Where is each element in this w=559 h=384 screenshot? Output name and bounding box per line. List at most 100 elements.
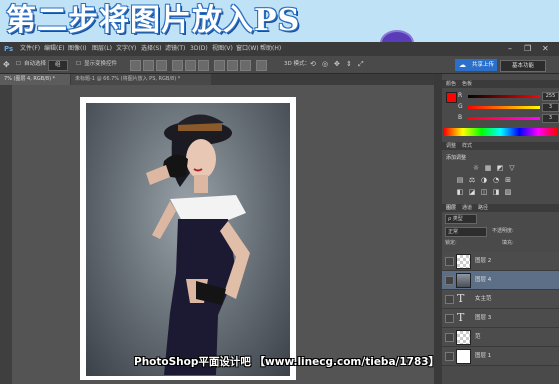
posterize-icon[interactable]: ◪	[468, 188, 476, 196]
eye-icon[interactable]	[445, 352, 454, 361]
align-hcenter-icon[interactable]	[185, 60, 196, 71]
workspace-dropdown[interactable]: 基本功能	[500, 60, 546, 72]
blue-value[interactable]: 3	[542, 114, 559, 123]
ps-app-icon[interactable]: Ps	[4, 42, 13, 56]
tools-panel	[0, 85, 12, 384]
3d-mode-label: 3D 模式：	[284, 61, 310, 67]
layer-row[interactable]: T 女主范	[442, 290, 559, 309]
adjustments-panel-header	[442, 142, 559, 150]
align-vcenter-icon[interactable]	[143, 60, 154, 71]
menu-help[interactable]: 帮助(H)	[260, 42, 281, 56]
layer-row[interactable]: 图层 2	[442, 252, 559, 271]
menu-image[interactable]: 图像(I)	[68, 42, 86, 56]
foreground-color-swatch[interactable]	[446, 92, 457, 103]
text-layer-icon: T	[457, 311, 465, 324]
close-button[interactable]: ✕	[542, 44, 549, 54]
green-value[interactable]: 3	[542, 103, 559, 112]
menu-view[interactable]: 视图(V)	[212, 42, 233, 56]
cloud-icon: ☁	[459, 61, 466, 69]
share-upload-button[interactable]: ☁ 共享上传	[455, 59, 497, 71]
black-white-icon[interactable]: ◑	[480, 176, 488, 184]
auto-select-dropdown[interactable]: 组	[48, 60, 68, 71]
banner-title: 第二步将图片放入PS	[6, 3, 301, 38]
3d-scale-icon[interactable]: ⤢	[358, 56, 364, 73]
menu-filter[interactable]: 滤镜(T)	[165, 42, 185, 56]
distribute-vcenter-icon[interactable]	[227, 60, 238, 71]
distribute-left-icon[interactable]	[256, 60, 267, 71]
layer-row[interactable]: 范	[442, 328, 559, 347]
menu-bar: Ps 文件(F) 编辑(E) 图像(I) 图层(L) 文字(Y) 选择(S) 滤…	[0, 42, 559, 56]
3d-pan-icon[interactable]: ✥	[334, 56, 340, 73]
distribute-bottom-icon[interactable]	[240, 60, 251, 71]
show-transform-checkbox[interactable]: ☐	[76, 56, 81, 73]
3d-slide-icon[interactable]: ⇕	[346, 56, 352, 73]
layer-row[interactable]: T 图层 3	[442, 309, 559, 328]
align-top-icon[interactable]	[130, 60, 141, 71]
move-tool-icon[interactable]: ✥	[3, 56, 10, 73]
model-photo[interactable]	[86, 103, 290, 376]
layer-name: 图层 2	[475, 258, 492, 264]
layer-name: 范	[475, 334, 481, 340]
menu-select[interactable]: 选择(S)	[141, 42, 162, 56]
layers-panel-header	[442, 204, 559, 212]
eye-icon[interactable]	[445, 295, 454, 304]
photo-filter-icon[interactable]: ◔	[492, 176, 500, 184]
layer-filter-dropdown[interactable]: ρ 类型	[445, 214, 477, 224]
tab-adjustments[interactable]: 调整	[446, 142, 456, 150]
selective-color-icon[interactable]: ▨	[504, 188, 512, 196]
tab-styles[interactable]: 样式	[462, 142, 472, 150]
layer-thumbnail	[456, 254, 471, 269]
menu-edit[interactable]: 编辑(E)	[44, 42, 64, 56]
minimize-button[interactable]: –	[508, 44, 512, 54]
red-value[interactable]: 255	[542, 92, 559, 101]
color-balance-icon[interactable]: ⚖	[468, 176, 476, 184]
vibrance-icon[interactable]: ▽	[508, 164, 516, 172]
text-layer-icon: T	[457, 292, 465, 305]
hue-sat-icon[interactable]: ▤	[456, 176, 464, 184]
align-right-icon[interactable]	[198, 60, 209, 71]
blend-mode-label: 正常	[448, 229, 459, 235]
layer-name: 女主范	[475, 296, 492, 302]
menu-type[interactable]: 文字(Y)	[116, 42, 136, 56]
tab-layers[interactable]: 图层	[446, 204, 456, 212]
menu-window[interactable]: 窗口(W)	[236, 42, 259, 56]
auto-select-label: 自动选择	[24, 61, 47, 67]
align-bottom-icon[interactable]	[156, 60, 167, 71]
collapsed-panel-strip[interactable]	[434, 74, 442, 384]
blue-label: B	[458, 114, 463, 121]
curves-icon[interactable]: ◩	[496, 164, 504, 172]
blue-slider[interactable]	[468, 117, 540, 120]
red-slider[interactable]	[468, 95, 540, 98]
tab-channels[interactable]: 通道	[462, 204, 472, 212]
auto-select-checkbox[interactable]: ☐	[16, 56, 21, 73]
eye-icon[interactable]	[445, 333, 454, 342]
eye-icon[interactable]	[445, 276, 454, 285]
blend-mode-dropdown[interactable]: 正常	[445, 227, 487, 237]
green-slider[interactable]	[468, 106, 540, 109]
levels-icon[interactable]: ▦	[484, 164, 492, 172]
tab-document-2[interactable]: 未标题-1 @ 66.7% (将图片放入 PS, RGB/8) *	[71, 74, 211, 85]
menu-layer[interactable]: 图层(L)	[92, 42, 112, 56]
layer-row-selected[interactable]: 图层 4	[442, 271, 559, 290]
3d-roll-icon[interactable]: ◎	[322, 56, 328, 73]
layer-thumbnail	[456, 349, 471, 364]
eye-icon[interactable]	[445, 257, 454, 266]
tab-swatches[interactable]: 色板	[462, 80, 472, 88]
eye-icon[interactable]	[445, 314, 454, 323]
maximize-button[interactable]: ❐	[524, 44, 531, 54]
color-spectrum[interactable]	[444, 128, 557, 136]
3d-rotate-icon[interactable]: ⟲	[310, 56, 316, 73]
menu-file[interactable]: 文件(F)	[20, 42, 40, 56]
invert-icon[interactable]: ◧	[456, 188, 464, 196]
align-left-icon[interactable]	[172, 60, 183, 71]
tab-document-1[interactable]: 7% (图层 4, RGB/8) *	[0, 74, 70, 85]
gradient-map-icon[interactable]: ◨	[492, 188, 500, 196]
distribute-top-icon[interactable]	[214, 60, 225, 71]
channel-mixer-icon[interactable]: ⊞	[504, 176, 512, 184]
brightness-icon[interactable]: ☼	[472, 164, 480, 172]
tab-paths[interactable]: 路径	[478, 204, 488, 212]
threshold-icon[interactable]: ◫	[480, 188, 488, 196]
layer-row[interactable]: 图层 1	[442, 347, 559, 366]
tab-color[interactable]: 颜色	[446, 80, 456, 88]
menu-3d[interactable]: 3D(D)	[190, 42, 208, 56]
